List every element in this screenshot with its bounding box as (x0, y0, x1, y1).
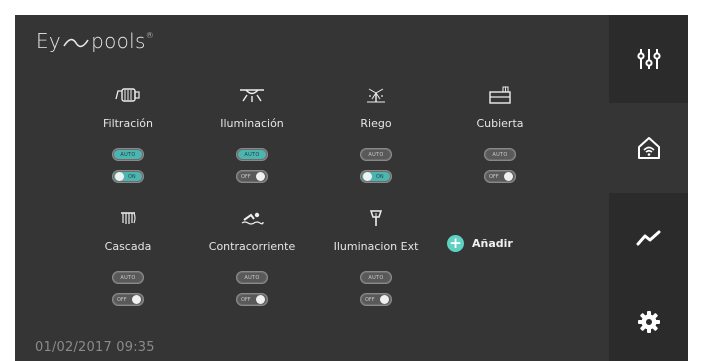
toggle-label: OFF (117, 296, 127, 303)
pump-icon (78, 84, 178, 106)
plus-icon: + (447, 235, 464, 252)
pool-cover-icon (450, 84, 550, 106)
add-device-button[interactable]: + Añadir (447, 235, 513, 252)
power-toggle[interactable]: OFF (112, 293, 144, 306)
toggle-label: OFF (365, 296, 375, 303)
garden-light-icon (326, 207, 426, 229)
auto-mode-button[interactable]: AUTO (360, 271, 392, 284)
brand-logo: Ey pools® (36, 29, 154, 53)
nav-settings[interactable] (609, 283, 688, 361)
waterfall-icon (78, 207, 178, 229)
auto-mode-button[interactable]: AUTO (112, 148, 144, 161)
device-filtracion: Filtración AUTO ON (78, 84, 178, 209)
power-toggle[interactable]: OFF (236, 293, 268, 306)
brand-text-2: pools (91, 29, 146, 53)
auto-label: AUTO (244, 151, 260, 158)
swimmer-icon (202, 207, 302, 229)
toggle-label: OFF (241, 173, 251, 180)
device-label: Cubierta (476, 117, 524, 130)
nav-statistics[interactable] (609, 193, 688, 283)
brand-text-1: Ey (36, 29, 62, 53)
device-label: Cascada (104, 240, 152, 253)
device-riego: Riego AUTO ON (326, 84, 426, 209)
auto-label: AUTO (120, 274, 136, 281)
toggle-knob (380, 295, 389, 304)
device-label: Contracorriente (208, 240, 296, 253)
toggle-knob (363, 172, 372, 181)
app-screen: Ey pools® Filtración AUTO ON Iluminación … (15, 15, 688, 361)
auto-label: AUTO (120, 151, 136, 158)
toggle-knob (132, 295, 141, 304)
main-panel: Ey pools® Filtración AUTO ON Iluminación … (15, 15, 609, 361)
gear-icon (637, 311, 660, 333)
device-cubierta: Cubierta AUTO OFF (450, 84, 550, 209)
nav-settings-sliders[interactable] (609, 15, 688, 103)
power-toggle[interactable]: OFF (236, 170, 268, 183)
auto-label: AUTO (368, 274, 384, 281)
device-iluminacion-ext: Iluminacion Ext AUTO OFF (326, 207, 426, 332)
light-icon (202, 84, 302, 106)
status-datetime: 01/02/2017 09:35 (35, 340, 155, 355)
device-cascada: Cascada AUTO OFF (78, 207, 178, 332)
auto-mode-button[interactable]: AUTO (236, 148, 268, 161)
toggle-knob (504, 172, 513, 181)
device-label: Iluminacion Ext (333, 240, 419, 253)
toggle-label: OFF (489, 173, 499, 180)
home-wifi-icon (637, 137, 660, 159)
toggle-label: OFF (241, 296, 251, 303)
toggle-knob (256, 172, 265, 181)
toggle-knob (256, 295, 265, 304)
auto-mode-button[interactable]: AUTO (112, 271, 144, 284)
sidebar-nav (609, 15, 688, 361)
nav-home[interactable] (609, 103, 688, 193)
toggle-label: ON (128, 173, 136, 180)
device-label: Iluminación (220, 117, 284, 130)
power-toggle[interactable]: ON (360, 170, 392, 183)
auto-mode-button[interactable]: AUTO (484, 148, 516, 161)
device-label: Filtración (102, 117, 154, 130)
toggle-label: ON (376, 173, 384, 180)
trend-chart-icon (636, 230, 660, 246)
sprinkler-icon (326, 84, 426, 106)
power-toggle[interactable]: OFF (360, 293, 392, 306)
auto-label: AUTO (244, 274, 260, 281)
add-device-label: Añadir (472, 237, 513, 250)
auto-label: AUTO (492, 151, 508, 158)
device-contracorriente: Contracorriente AUTO OFF (202, 207, 302, 332)
device-label: Riego (360, 117, 392, 130)
auto-mode-button[interactable]: AUTO (236, 271, 268, 284)
power-toggle[interactable]: ON (112, 170, 144, 183)
brand-reg-mark: ® (145, 31, 155, 40)
brand-wave-icon (63, 38, 89, 47)
toggle-knob (115, 172, 124, 181)
power-toggle[interactable]: OFF (484, 170, 516, 183)
device-iluminacion: Iluminación AUTO OFF (202, 84, 302, 209)
auto-mode-button[interactable]: AUTO (360, 148, 392, 161)
auto-label: AUTO (368, 151, 384, 158)
sliders-icon (636, 49, 661, 69)
